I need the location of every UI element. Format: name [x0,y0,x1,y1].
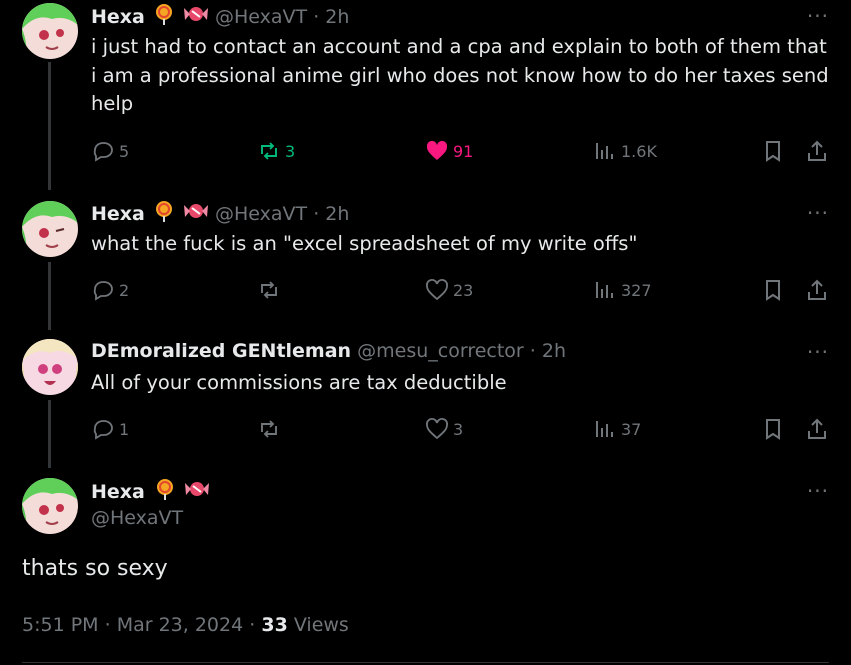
share-button[interactable] [805,417,829,441]
avatar[interactable] [22,201,78,257]
action-bar: 2 23 327 [91,278,836,304]
like-button[interactable]: 91 [425,139,473,163]
views-button[interactable]: 327 [593,278,652,302]
views-icon [596,421,613,437]
author-handle[interactable]: @HexaVT [215,6,307,28]
like-button[interactable]: 23 [425,278,473,302]
main-author-name-text: Hexa [91,481,145,503]
views-icon [596,282,613,298]
views-count: 1.6K [621,141,657,161]
post-text: All of your commissions are tax deductib… [91,371,507,394]
post-date[interactable]: Mar 23, 2024 [117,614,244,636]
post-time[interactable]: 2h [542,340,566,362]
bookmark-icon [766,419,780,440]
repost-icon [261,420,277,438]
author-name[interactable]: Hexa [91,6,145,28]
separator-dot: · [104,614,117,636]
main-post-text: thats so sexy [22,556,168,581]
share-icon [808,140,826,161]
repost-count: 3 [285,141,296,161]
action-bar: 1 3 37 [91,417,836,443]
share-button[interactable] [805,139,829,163]
lollipop-emoji [154,478,176,505]
author-name[interactable]: Hexa [91,203,145,225]
reply-count: 2 [119,280,130,300]
main-author-name[interactable]: Hexa [91,478,210,505]
reply-count: 5 [119,141,130,161]
share-icon [808,418,826,439]
author-name[interactable]: DEmoralized GENtleman [91,340,351,362]
like-icon [426,279,448,301]
like-icon [426,140,448,160]
main-author-handle[interactable]: @HexaVT [91,507,183,529]
avatar[interactable] [22,339,78,395]
post-time[interactable]: 2h [325,6,349,28]
repost-button[interactable]: 3 [257,139,295,163]
post-time[interactable]: 2h [325,203,349,225]
post-text: i just had to contact an account and a c… [91,35,829,115]
avatar[interactable] [22,478,78,534]
share-icon [808,279,826,300]
bookmark-button[interactable] [761,417,785,441]
lollipop-emoji [153,3,175,30]
reply-button[interactable]: 5 [91,139,129,163]
post-time[interactable]: 5:51 PM [22,614,99,636]
reply-button[interactable]: 1 [91,417,129,441]
views-button[interactable]: 37 [593,417,641,441]
views-icon [596,143,613,159]
more-icon[interactable]: ··· [807,4,829,28]
separator-dot: · [529,340,536,362]
more-icon[interactable]: ··· [807,201,829,225]
author-handle[interactable]: @mesu_corrector [357,340,524,362]
post-text: what the fuck is an "excel spreadsheet o… [91,232,638,255]
views-count: 37 [621,419,642,439]
like-button[interactable]: 3 [425,417,463,441]
separator-dot: · [313,203,320,225]
like-count: 91 [453,141,474,161]
divider [22,662,829,663]
repost-icon [261,281,277,299]
separator-dot: · [313,6,320,28]
reply-icon [93,142,113,162]
thread-connector [48,262,51,330]
bookmark-icon [766,280,780,301]
action-bar: 5 3 91 1.6K [91,139,836,165]
separator-dot: · [249,614,262,636]
reply-header: DEmoralized GENtleman @mesu_corrector · … [91,340,566,362]
bookmark-icon [766,141,780,162]
reply-icon [93,420,113,440]
repost-icon [261,142,277,160]
reply-header: Hexa @HexaVT · 2h [91,3,349,30]
views-count: 327 [621,280,652,300]
bookmark-button[interactable] [761,139,785,163]
more-icon[interactable]: ··· [807,479,829,503]
repost-button[interactable] [257,417,285,441]
candy-emoji [183,3,209,30]
views-button[interactable]: 1.6K [593,139,657,163]
lollipop-emoji [153,200,175,227]
like-count: 23 [453,280,474,300]
like-icon [426,418,448,440]
reply-count: 1 [119,419,130,439]
avatar[interactable] [22,3,78,59]
reply-header: Hexa @HexaVT · 2h [91,200,349,227]
author-handle[interactable]: @HexaVT [215,203,307,225]
candy-emoji [183,200,209,227]
more-icon[interactable]: ··· [807,340,829,364]
repost-button[interactable] [257,278,285,302]
reply-icon [93,281,113,301]
candy-emoji [184,478,210,505]
views-count: 33 [261,614,288,636]
reply-button[interactable]: 2 [91,278,129,302]
thread-connector [48,400,51,468]
thread-connector [48,62,51,190]
share-button[interactable] [805,278,829,302]
views-label: Views [293,614,349,636]
post-meta: 5:51 PM · Mar 23, 2024 · 33 Views [22,614,349,636]
bookmark-button[interactable] [761,278,785,302]
like-count: 3 [453,419,464,439]
